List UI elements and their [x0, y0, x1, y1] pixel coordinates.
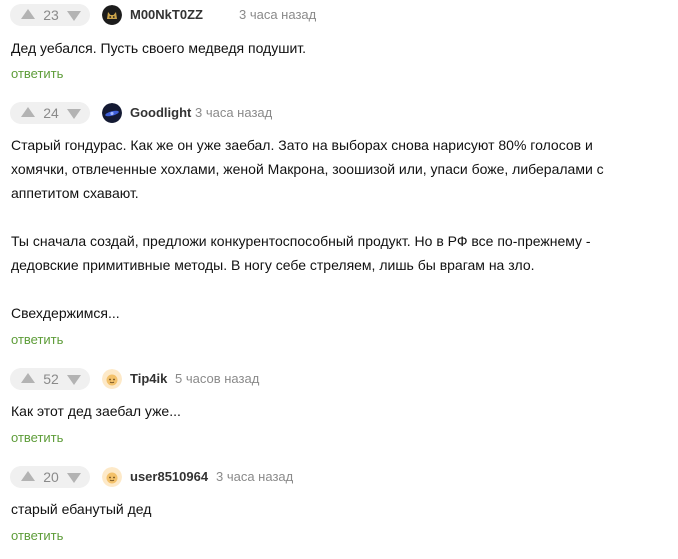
downvote-arrow-icon[interactable] — [67, 375, 81, 385]
reply-link[interactable]: ответить — [11, 430, 63, 446]
comment-body: Дед уебался. Пусть своего медведя подуши… — [11, 36, 631, 60]
reply-link[interactable]: ответить — [11, 528, 63, 544]
default-pikabu-avatar-icon[interactable] — [102, 467, 122, 487]
vote-widget: 20 — [10, 466, 90, 488]
default-pikabu-avatar-icon[interactable] — [102, 369, 122, 389]
comment-time: 5 часов назад — [175, 371, 260, 386]
upvote-arrow-icon[interactable] — [21, 107, 35, 117]
comment-text-line: Как этот дед заебал уже... — [11, 403, 181, 419]
comment-header: 20 user8510964 3 часа назад — [0, 466, 678, 488]
username[interactable]: M00NkT0ZZ — [130, 7, 203, 23]
comments-list: 23 M00NkT0ZZ 3 часа назад Дед уебался. П… — [0, 0, 678, 559]
comment-text-line — [11, 277, 631, 301]
downvote-arrow-icon[interactable] — [67, 11, 81, 21]
upvote-arrow-icon[interactable] — [21, 9, 35, 19]
reply-link[interactable]: ответить — [11, 66, 63, 82]
comment: 24 Goodlight 3 часа назад Старый гондура… — [0, 102, 678, 347]
comment-body: Старый гондурас. Как же он уже заебал. З… — [11, 133, 631, 325]
dark-space-avatar-icon[interactable] — [102, 103, 122, 123]
username[interactable]: Goodlight — [130, 105, 191, 121]
comment-text-line: Ты сначала создай, предложи конкурентосп… — [11, 233, 591, 249]
vote-count: 24 — [43, 105, 59, 121]
comment-header: 24 Goodlight 3 часа назад — [0, 102, 678, 124]
comment: 52 Tip4ik 5 часов назад Как этот дед зае… — [0, 368, 678, 445]
comment-body: Как этот дед заебал уже... — [11, 399, 631, 423]
vote-widget: 24 — [10, 102, 90, 124]
comment-body: старый ебанутый дед — [11, 497, 631, 521]
comment-text-line — [11, 205, 631, 229]
upvote-arrow-icon[interactable] — [21, 471, 35, 481]
comment-text-line: Старый гондурас. Как же он уже заебал. З… — [11, 137, 593, 153]
comment: 20 user8510964 3 часа назад старый ебану… — [0, 466, 678, 543]
downvote-arrow-icon[interactable] — [67, 109, 81, 119]
vote-widget: 52 — [10, 368, 90, 390]
comment-header: 52 Tip4ik 5 часов назад — [0, 368, 678, 390]
comment-time: 3 часа назад — [216, 469, 294, 484]
comment-text-line: аппетитом схавают. — [11, 185, 139, 201]
upvote-arrow-icon[interactable] — [21, 373, 35, 383]
dark-cat-avatar-icon[interactable] — [102, 5, 122, 25]
comment-text-line: дедовские примитивные методы. В ногу себ… — [11, 257, 535, 273]
comment-time: 3 часа назад — [239, 7, 317, 22]
vote-count: 20 — [43, 469, 59, 485]
username[interactable]: Tip4ik — [130, 371, 167, 387]
comment-text-line: Свехдержимся... — [11, 305, 120, 321]
username[interactable]: user8510964 — [130, 469, 208, 485]
downvote-arrow-icon[interactable] — [67, 473, 81, 483]
comment-header: 23 M00NkT0ZZ 3 часа назад — [0, 4, 678, 26]
vote-widget: 23 — [10, 4, 90, 26]
comment-time: 3 часа назад — [195, 105, 273, 120]
vote-count: 23 — [43, 7, 59, 23]
comment: 23 M00NkT0ZZ 3 часа назад Дед уебался. П… — [0, 4, 678, 81]
comment-text-line: Дед уебался. Пусть своего медведя подуши… — [11, 40, 307, 56]
vote-count: 52 — [43, 371, 59, 387]
comment-text-line: старый ебанутый дед — [11, 501, 152, 517]
comment-text-line: хомячки, отвлеченные хохлами, женой Макр… — [11, 161, 604, 177]
reply-link[interactable]: ответить — [11, 332, 63, 348]
